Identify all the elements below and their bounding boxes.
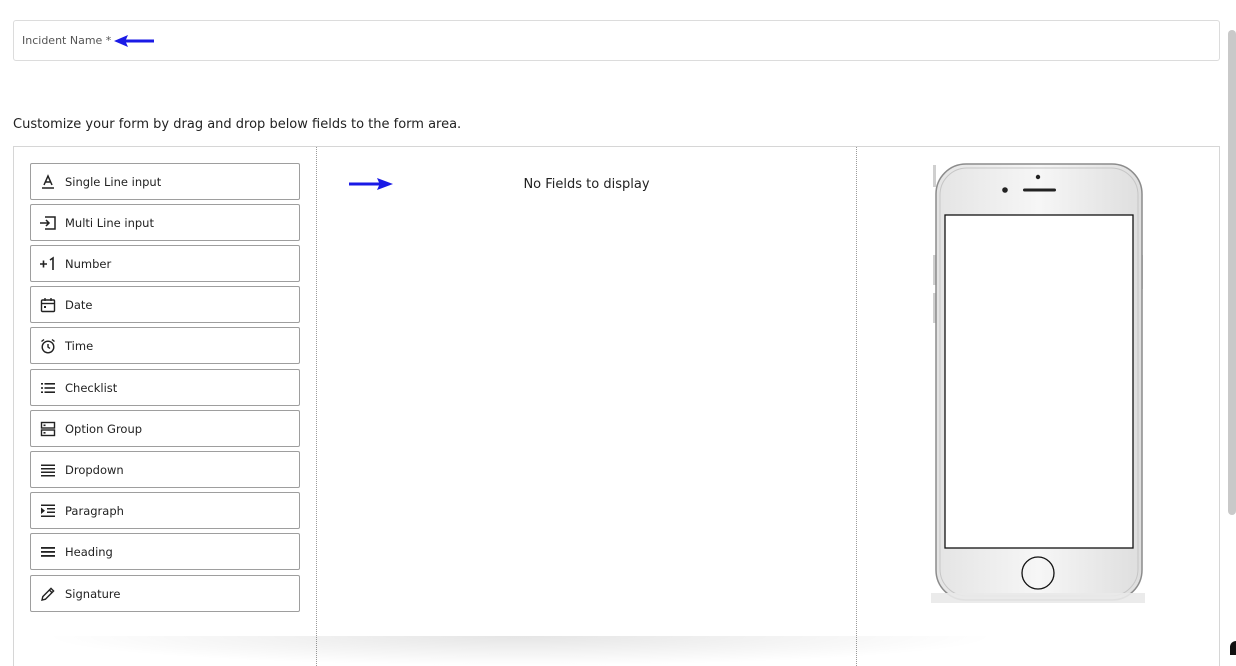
list-icon — [39, 379, 57, 397]
lines-icon — [39, 461, 57, 479]
vertical-scrollbar[interactable] — [1228, 30, 1236, 515]
phone-mockup-icon — [931, 163, 1145, 603]
calendar-icon — [39, 296, 57, 314]
field-label: Single Line input — [65, 175, 161, 189]
field-dropdown[interactable]: Dropdown — [30, 451, 300, 488]
window-corner — [1230, 641, 1236, 655]
field-label: Date — [65, 298, 93, 312]
field-multi-line-input[interactable]: Multi Line input — [30, 204, 300, 241]
incident-name-field[interactable]: Incident Name * — [13, 20, 1220, 61]
field-label: Paragraph — [65, 504, 124, 518]
field-label: Multi Line input — [65, 216, 154, 230]
alarm-clock-icon — [39, 337, 57, 355]
indent-icon — [39, 502, 57, 520]
field-label: Option Group — [65, 422, 142, 436]
field-heading[interactable]: Heading — [30, 533, 300, 570]
field-option-group[interactable]: Option Group — [30, 410, 300, 447]
heading-lines-icon — [39, 543, 57, 561]
field-checklist[interactable]: Checklist — [30, 369, 300, 406]
field-label: Number — [65, 257, 111, 271]
mobile-preview-panel — [857, 147, 1219, 666]
field-label: Signature — [65, 587, 120, 601]
field-palette: Single Line input Multi Line input Numbe… — [14, 147, 317, 666]
empty-form-message: No Fields to display — [317, 177, 856, 192]
text-underline-icon — [39, 173, 57, 191]
customize-hint: Customize your form by drag and drop bel… — [13, 117, 461, 132]
field-signature[interactable]: Signature — [30, 575, 300, 612]
field-single-line-input[interactable]: Single Line input — [30, 163, 300, 200]
option-group-icon — [39, 420, 57, 438]
field-paragraph[interactable]: Paragraph — [30, 492, 300, 529]
field-number[interactable]: Number — [30, 245, 300, 282]
field-label: Dropdown — [65, 463, 124, 477]
input-arrow-icon — [39, 214, 57, 232]
incident-name-label: Incident Name * — [22, 34, 111, 47]
arrow-left-icon — [114, 34, 154, 48]
field-date[interactable]: Date — [30, 286, 300, 323]
field-label: Checklist — [65, 381, 117, 395]
form-drop-area[interactable]: No Fields to display — [317, 147, 857, 666]
pencil-icon — [39, 585, 57, 603]
field-time[interactable]: Time — [30, 327, 300, 364]
field-label: Time — [65, 339, 93, 353]
form-builder: Single Line input Multi Line input Numbe… — [13, 146, 1220, 666]
plus-one-icon — [39, 255, 57, 273]
field-label: Heading — [65, 545, 113, 559]
